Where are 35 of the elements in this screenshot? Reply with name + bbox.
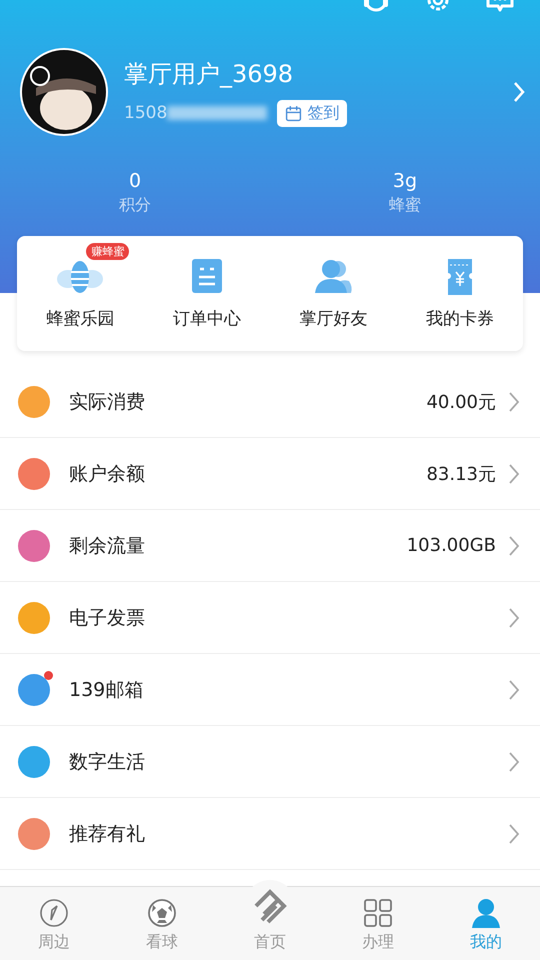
shortcut-item[interactable]: 我的卡券 [396,241,523,330]
chevron-right-icon [508,462,520,484]
stat-label: 积分 [119,195,151,216]
stat-value: 0 [128,170,142,192]
chevron-right-icon [508,678,520,700]
person-icon [471,898,501,928]
shortcut-item[interactable]: 赚蜂蜜 蜂蜜乐园 [17,241,144,330]
stat-label: 蜂蜜 [389,195,421,216]
calendar-icon [285,104,302,122]
soccer-ball-icon [147,898,177,928]
menu-item[interactable]: 剩余流量 103.00GB [0,510,540,582]
menu-item[interactable]: 实际消费 40.00元 [0,366,540,438]
grid-icon [363,898,393,928]
chevron-right-icon [508,606,520,628]
compass-icon [39,898,69,928]
chevron-right-icon [508,822,520,844]
shortcut-item[interactable]: 订单中心 [144,241,270,330]
menu-value: 40.00元 [426,390,496,414]
menu-value: 103.00GB [406,535,496,556]
menu-item[interactable]: 账户余额 83.13元 [0,438,540,510]
menu-value: 83.13元 [426,462,496,486]
badge: 赚蜂蜜 [86,243,130,260]
menu-item[interactable]: 139邮箱 [0,654,540,726]
avatar[interactable] [20,48,108,136]
chevron-right-icon [508,750,520,772]
menu-item[interactable]: 推荐有礼 [0,798,540,870]
username: 掌厅用户_3698 [124,58,294,90]
shortcut-item[interactable]: 掌厅好友 [270,241,396,330]
chevron-right-icon [508,534,520,556]
menu-item[interactable]: 数字生活 [0,726,540,798]
menu-item[interactable]: 电子发票 [0,582,540,654]
chevron-right-icon [508,390,520,412]
chevron-right-icon[interactable] [512,80,526,104]
stat-value: 3g [392,170,418,192]
phone-number: 1508 [124,103,168,123]
